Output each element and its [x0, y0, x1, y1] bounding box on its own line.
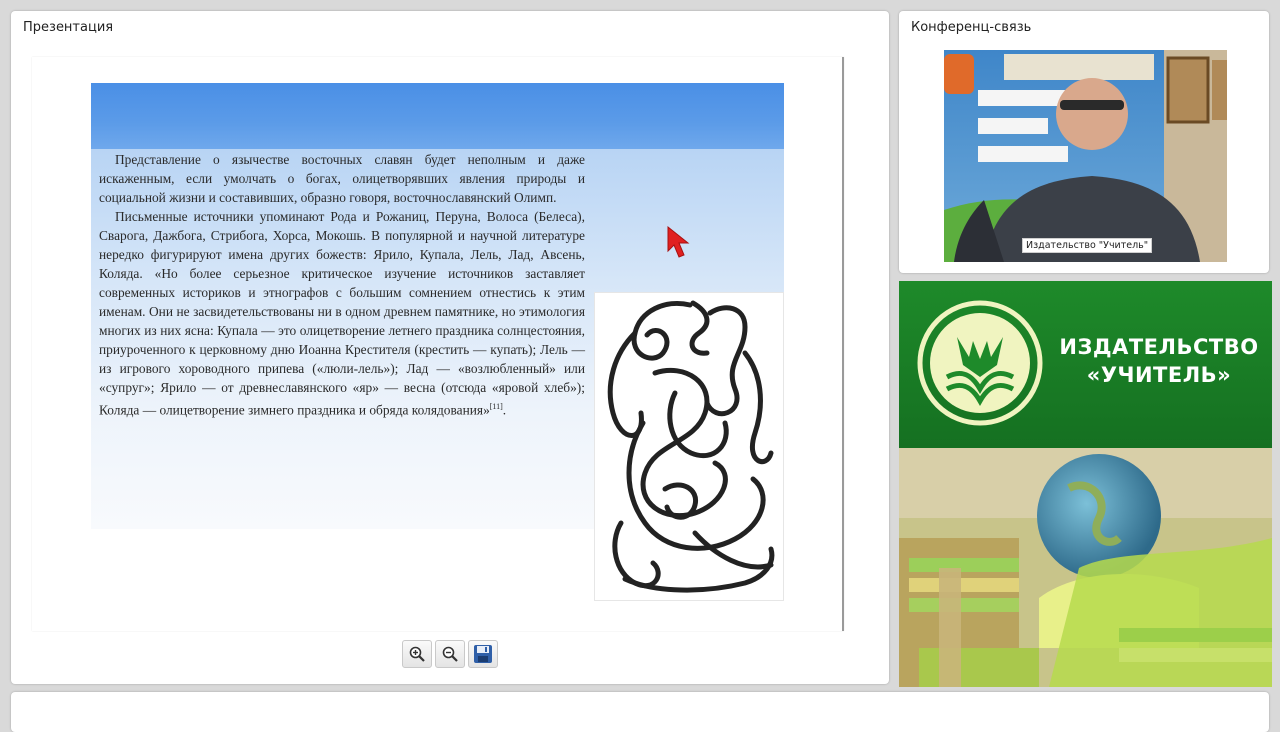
zoom-in-button[interactable]	[402, 640, 432, 668]
save-icon	[474, 645, 492, 663]
slide-text: Представление о язычестве восточных слав…	[99, 150, 585, 419]
publisher-name: ИЗДАТЕЛЬСТВО «УЧИТЕЛЬ»	[1059, 333, 1259, 389]
speaker-video[interactable]: Издательство "Учитель"	[944, 50, 1227, 262]
mouse-cursor-icon	[666, 225, 692, 263]
slide-paragraph-1: Представление о язычестве восточных слав…	[99, 152, 585, 205]
slide-paragraph-2: Письменные источники упоминают Рода и Ро…	[99, 207, 585, 419]
bottom-panel	[11, 692, 1269, 732]
zoom-out-button[interactable]	[435, 640, 465, 668]
zoom-out-icon	[442, 646, 458, 662]
banner-header: ИЗДАТЕЛЬСТВО «УЧИТЕЛЬ»	[899, 281, 1272, 448]
footnote-ref: [11]	[489, 402, 503, 411]
footnote-tail: .	[502, 402, 507, 418]
books-globe-photo	[899, 448, 1272, 687]
publisher-banner: ИЗДАТЕЛЬСТВО «УЧИТЕЛЬ»	[899, 281, 1272, 687]
presentation-title: Презентация	[23, 20, 114, 35]
conference-title: Конференц-связь	[911, 20, 1032, 35]
conference-panel: Конференц-связь Издательство "Учитель"	[899, 11, 1269, 273]
publisher-name-line2: «УЧИТЕЛЬ»	[1086, 363, 1232, 387]
slide-header-bar	[91, 83, 784, 149]
speaker-caption: Издательство "Учитель"	[1022, 238, 1153, 253]
slide-paragraph-2-text: Письменные источники упоминают Рода и Ро…	[99, 209, 585, 418]
presentation-panel: Презентация Представление о язычестве во…	[11, 11, 889, 684]
zoom-in-icon	[409, 646, 425, 662]
save-button[interactable]	[468, 640, 498, 668]
publisher-logo-icon	[917, 297, 1043, 433]
presentation-toolbar	[11, 640, 889, 670]
slide-canvas[interactable]: Представление о язычестве восточных слав…	[32, 57, 844, 631]
publisher-name-line1: ИЗДАТЕЛЬСТВО	[1059, 335, 1259, 359]
ornament-image	[594, 292, 784, 601]
